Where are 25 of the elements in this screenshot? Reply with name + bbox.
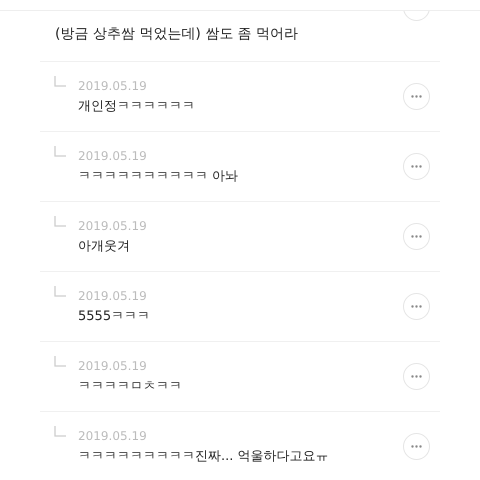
more-button[interactable] bbox=[403, 433, 430, 460]
reply-text: 5555ㅋㅋㅋ bbox=[78, 308, 152, 324]
more-button[interactable] bbox=[403, 363, 430, 390]
reply-date: 2019.05.19 bbox=[78, 148, 148, 162]
reply-text: 아개웃겨 bbox=[78, 238, 131, 254]
more-icon bbox=[411, 445, 422, 448]
reply-text: ㅋㅋㅋㅋㅁㅊㅋㅋ bbox=[78, 378, 183, 394]
more-icon bbox=[411, 305, 422, 308]
more-button[interactable] bbox=[403, 223, 430, 250]
more-button[interactable] bbox=[403, 153, 430, 180]
more-icon bbox=[411, 95, 422, 98]
reply-text: ㅋㅋㅋㅋㅋㅋㅋㅋㅋ진짜... 억울하다고요ㅠ bbox=[78, 448, 330, 464]
reply-date: 2019.05.19 bbox=[78, 288, 148, 302]
comment-text: (방금 상추쌈 먹었는데) 쌈도 좀 먹어라 bbox=[55, 25, 298, 43]
more-icon bbox=[411, 375, 422, 378]
reply-date: 2019.05.19 bbox=[78, 428, 148, 442]
reply-date: 2019.05.19 bbox=[78, 218, 148, 232]
more-button[interactable] bbox=[403, 293, 430, 320]
more-icon bbox=[411, 235, 422, 238]
more-icon bbox=[411, 165, 422, 168]
reply-date: 2019.05.19 bbox=[78, 78, 148, 92]
reply-date: 2019.05.19 bbox=[78, 358, 148, 372]
more-button[interactable] bbox=[403, 83, 430, 110]
reply-text: ㅋㅋㅋㅋㅋㅋㅋㅋㅋㅋ 아놔 bbox=[78, 168, 240, 184]
reply-text: 개인정ㅋㅋㅋㅋㅋㅋ bbox=[78, 98, 196, 114]
